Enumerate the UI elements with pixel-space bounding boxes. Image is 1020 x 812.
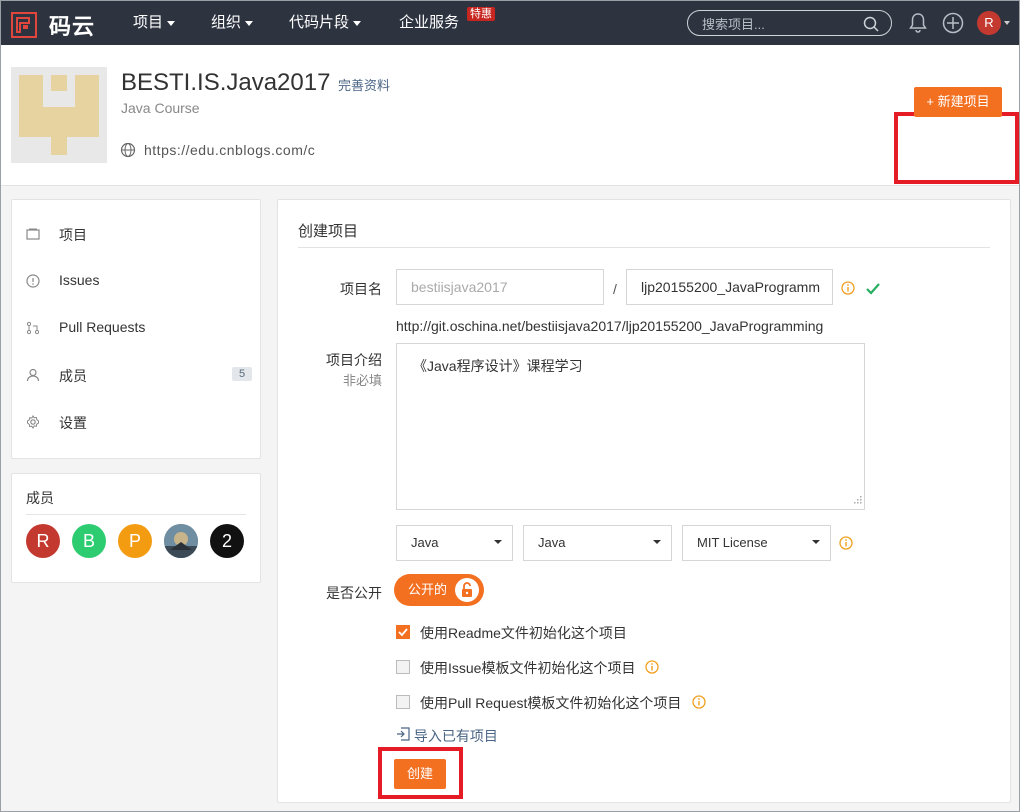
brand-logo[interactable]: 码云 xyxy=(11,9,95,41)
sidebar-item-label: 设置 xyxy=(59,415,87,431)
pr-template-checkbox-label[interactable]: 使用Pull Request模板文件初始化这个项目 xyxy=(420,693,681,713)
unlock-icon xyxy=(455,578,479,602)
nav-snippets[interactable]: 代码片段 xyxy=(289,1,362,45)
import-icon xyxy=(396,727,410,744)
complete-profile-link[interactable]: 完善资料 xyxy=(338,75,390,94)
chevron-down-icon xyxy=(812,540,820,544)
gitignore-value: Java xyxy=(538,535,566,550)
sidebar-item-settings[interactable]: 设置 xyxy=(12,402,260,442)
bell-icon[interactable] xyxy=(909,12,927,37)
members-title: 成员 xyxy=(26,490,54,506)
chevron-down-icon xyxy=(494,540,502,544)
sidebar-item-pull-requests[interactable]: Pull Requests xyxy=(12,308,260,348)
brand-name: 码云 xyxy=(49,14,96,39)
namespace-field[interactable]: bestiisjava2017 xyxy=(396,269,604,305)
chevron-down-icon xyxy=(353,20,362,26)
org-name: BESTI.IS.Java2017 xyxy=(121,69,331,96)
import-project-link[interactable]: 导入已有项目 xyxy=(396,726,498,746)
org-url-link[interactable]: https://edu.cnblogs.com/c xyxy=(144,142,315,158)
add-icon[interactable] xyxy=(942,12,964,37)
top-navbar: 码云 项目 组织 代码片段 企业服务 特惠 R xyxy=(1,1,1019,45)
check-icon xyxy=(866,282,880,298)
divider xyxy=(298,247,990,248)
sidebar-item-issues[interactable]: Issues xyxy=(12,261,260,301)
issue-template-checkbox-label[interactable]: 使用Issue模板文件初始化这个项目 xyxy=(420,658,635,678)
sidebar-nav: 项目 Issues Pull Requests 成员 5 设置 xyxy=(11,199,261,459)
form-title: 创建项目 xyxy=(298,223,359,240)
info-icon[interactable] xyxy=(839,536,853,553)
chevron-down-icon xyxy=(653,540,661,544)
highlight-box-new-project xyxy=(894,112,1019,184)
sidebar-item-label: Issues xyxy=(59,272,100,288)
license-select[interactable]: MIT License xyxy=(682,525,831,561)
app-window: 码云 项目 组织 代码片段 企业服务 特惠 R xyxy=(0,0,1020,812)
nav-enterprise-label: 企业服务 xyxy=(399,14,460,31)
promo-badge: 特惠 xyxy=(467,7,495,21)
user-avatar[interactable]: R xyxy=(977,11,1001,35)
intro-optional-hint: 非必填 xyxy=(342,373,382,388)
project-icon xyxy=(26,227,40,243)
member-avatar[interactable]: 2 xyxy=(210,524,244,558)
pr-template-checkbox[interactable] xyxy=(396,695,410,709)
resize-handle-icon[interactable] xyxy=(852,491,862,507)
nav-organizations[interactable]: 组织 xyxy=(211,1,254,45)
nav-snippets-label: 代码片段 xyxy=(289,14,350,31)
divider xyxy=(26,514,246,515)
nav-projects[interactable]: 项目 xyxy=(133,1,176,45)
chevron-down-icon[interactable] xyxy=(1004,21,1010,25)
path-separator: / xyxy=(613,281,617,297)
highlight-box-create xyxy=(378,747,463,799)
org-subtitle: Java Course xyxy=(121,100,200,116)
issues-icon xyxy=(26,274,40,291)
new-project-button[interactable]: + 新建项目 xyxy=(914,87,1002,117)
project-name-label: 项目名 xyxy=(340,281,382,297)
sidebar-item-label: 成员 xyxy=(59,368,87,384)
gitee-logo-icon xyxy=(11,12,37,38)
project-intro-value: 《Java程序设计》课程学习 xyxy=(413,358,583,374)
member-count-badge: 5 xyxy=(232,367,253,381)
settings-icon xyxy=(26,415,40,432)
org-logo xyxy=(11,67,107,163)
pull-request-icon xyxy=(26,321,40,338)
sidebar-item-label: Pull Requests xyxy=(59,319,146,335)
sidebar-item-projects[interactable]: 项目 xyxy=(12,214,260,254)
chevron-down-icon xyxy=(245,20,254,26)
readme-checkbox[interactable] xyxy=(396,625,410,639)
project-intro-textarea[interactable]: 《Java程序设计》课程学习 xyxy=(396,343,865,510)
import-project-label: 导入已有项目 xyxy=(413,728,498,744)
members-icon xyxy=(26,368,40,385)
language-value: Java xyxy=(411,535,439,550)
nav-organizations-label: 组织 xyxy=(211,14,242,31)
issue-template-checkbox[interactable] xyxy=(396,660,410,674)
chevron-down-icon xyxy=(167,20,176,26)
globe-icon xyxy=(120,142,136,161)
member-avatar[interactable]: P xyxy=(118,524,152,558)
members-panel: 成员 R B P 2 xyxy=(11,473,261,583)
visibility-toggle[interactable]: 公开的 xyxy=(394,574,484,606)
info-icon[interactable] xyxy=(692,695,706,712)
sidebar-item-label: 项目 xyxy=(59,227,87,243)
search-box[interactable] xyxy=(687,10,892,36)
member-avatar[interactable]: R xyxy=(26,524,60,558)
search-icon[interactable] xyxy=(863,16,879,35)
member-avatar[interactable]: B xyxy=(72,524,106,558)
readme-checkbox-label[interactable]: 使用Readme文件初始化这个项目 xyxy=(420,623,627,643)
info-icon[interactable] xyxy=(841,281,855,298)
gitignore-select[interactable]: Java xyxy=(523,525,672,561)
nav-enterprise[interactable]: 企业服务 xyxy=(399,1,459,45)
sidebar-item-members[interactable]: 成员 xyxy=(12,355,260,395)
info-icon[interactable] xyxy=(645,660,659,677)
org-header: BESTI.IS.Java2017 完善资料 Java Course https… xyxy=(1,45,1019,186)
search-input[interactable] xyxy=(700,14,854,34)
create-project-form: 创建项目 项目名 bestiisjava2017 / ljp20155200_J… xyxy=(277,199,1011,803)
intro-label: 项目介绍 xyxy=(326,352,382,368)
project-name-input[interactable]: ljp20155200_JavaProgramm xyxy=(626,269,833,305)
nav-projects-label: 项目 xyxy=(133,14,164,31)
visibility-toggle-label: 公开的 xyxy=(408,582,448,597)
visibility-label: 是否公开 xyxy=(326,585,382,601)
member-avatar-photo[interactable] xyxy=(164,524,198,558)
license-value: MIT License xyxy=(697,535,768,550)
project-url-preview: http://git.oschina.net/bestiisjava2017/l… xyxy=(396,318,824,334)
language-select[interactable]: Java xyxy=(396,525,513,561)
